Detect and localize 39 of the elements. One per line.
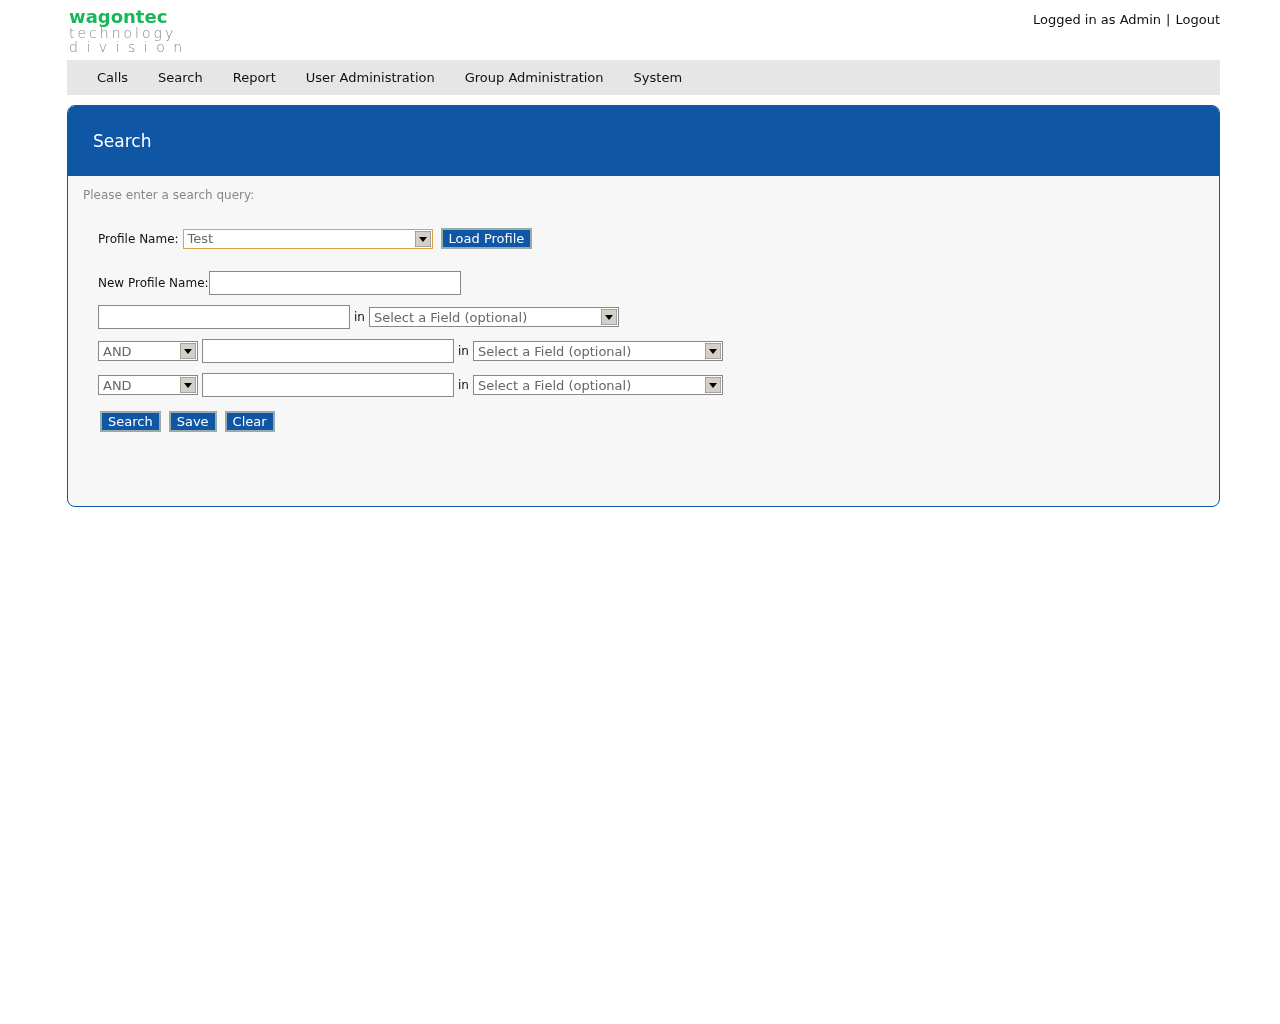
action-button[interactable]: Save [168, 411, 217, 432]
dropdown-arrow-icon[interactable] [704, 343, 721, 359]
action-button[interactable]: Clear [224, 411, 275, 432]
nav-item[interactable]: User Administration [305, 70, 435, 85]
in-label: in [458, 344, 469, 358]
input-field[interactable] [202, 339, 454, 363]
operator-select[interactable]: AND [98, 375, 198, 395]
nav-item[interactable]: Report [232, 70, 276, 85]
field-select[interactable]: Select a Field (optional) [472, 375, 723, 395]
load-profile-button[interactable]: Load Profile [440, 228, 533, 249]
operator-select[interactable]: AND [98, 341, 198, 361]
dropdown-arrow-icon[interactable] [704, 377, 721, 393]
intro-text: Please enter a search query: [83, 188, 256, 202]
profile-select[interactable]: Test [182, 228, 433, 249]
separator: | [1166, 12, 1171, 27]
logo-tagline: technology [69, 26, 178, 40]
input-field[interactable] [208, 271, 461, 295]
in-label: in [354, 310, 365, 324]
nav-item[interactable]: Search [158, 70, 203, 85]
nav-item[interactable]: Group Administration [464, 70, 604, 85]
in-label: in [458, 378, 469, 392]
dropdown-arrow-icon[interactable] [414, 230, 431, 247]
nav-item[interactable]: System [633, 70, 683, 85]
logout-link[interactable]: Logout [1175, 12, 1220, 27]
logo-tagline: division [69, 40, 191, 54]
logo-brand: wagontec [69, 8, 169, 26]
dropdown-arrow-icon[interactable] [600, 309, 617, 325]
field-label: Profile Name: [98, 231, 179, 246]
dropdown-arrow-icon[interactable] [180, 343, 196, 359]
login-status: Logged in as Admin [1032, 12, 1162, 27]
input-field[interactable] [202, 373, 454, 397]
field-select[interactable]: Select a Field (optional) [368, 307, 619, 327]
panel-title: Search [93, 131, 152, 151]
field-select[interactable]: Select a Field (optional) [472, 341, 723, 361]
input-field[interactable] [98, 305, 350, 329]
field-label: New Profile Name: [98, 276, 209, 290]
action-button[interactable]: Search [100, 411, 161, 432]
nav-item[interactable]: Calls [97, 70, 129, 85]
dropdown-arrow-icon[interactable] [180, 377, 196, 393]
